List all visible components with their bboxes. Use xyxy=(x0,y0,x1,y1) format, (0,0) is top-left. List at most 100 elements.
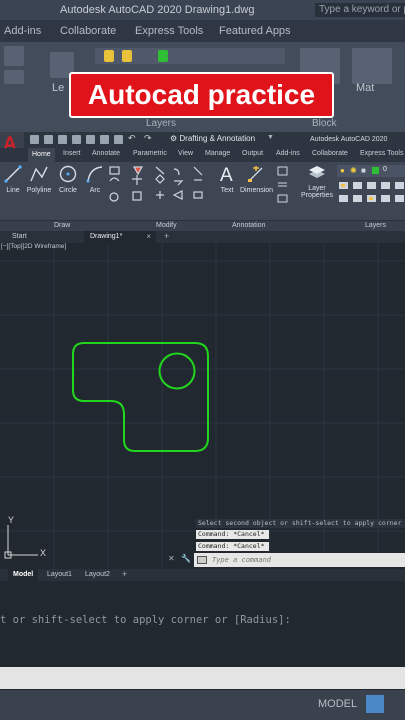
panel-annotation-label[interactable]: Annotation xyxy=(232,222,265,229)
polyline-icon xyxy=(30,166,48,182)
bg-tab: Featured Apps xyxy=(219,25,291,37)
filleted-polyline-shape[interactable] xyxy=(72,342,209,452)
bg-status-bar: MODEL xyxy=(0,690,405,720)
screen: Autodesk AutoCAD 2020 Drawing1.dwg Type … xyxy=(0,0,405,720)
arc-button[interactable]: Arc xyxy=(82,164,108,194)
web-icon[interactable] xyxy=(86,135,95,144)
dimension-icon xyxy=(248,166,263,182)
tab-layout1[interactable]: Layout1 xyxy=(42,569,77,581)
layer-properties-button[interactable]: Layer Properties xyxy=(300,164,334,199)
open-file-icon[interactable] xyxy=(44,135,53,144)
close-icon[interactable]: × xyxy=(146,231,151,243)
tab-parametric[interactable]: Parametric xyxy=(133,150,167,157)
tab-insert[interactable]: Insert xyxy=(63,150,81,157)
bg-color-icon xyxy=(158,50,168,62)
tab-manage[interactable]: Manage xyxy=(205,150,230,157)
tab-view[interactable]: View xyxy=(178,150,193,157)
bg-icon xyxy=(4,46,24,66)
sun-icon: ✺ xyxy=(350,166,357,175)
bg-title-text: Autodesk AutoCAD 2020 Drawing1.dwg xyxy=(60,4,255,16)
save-icon[interactable] xyxy=(58,135,67,144)
undo-icon[interactable]: ↶ xyxy=(128,133,136,144)
bg-grid-toggle-icon xyxy=(366,695,384,713)
bg-panel-label: Layers xyxy=(146,118,177,129)
save-web-icon[interactable] xyxy=(100,135,109,144)
tab-drawing1-label: Drawing1* xyxy=(90,233,123,240)
plot-icon[interactable] xyxy=(114,135,123,144)
svg-text:A: A xyxy=(220,165,233,184)
command-bar: ✕ 🔧 xyxy=(168,553,405,567)
panel-modify-label[interactable]: Modify xyxy=(156,222,177,229)
line-button[interactable]: Line xyxy=(0,164,26,194)
add-layout-icon[interactable]: + xyxy=(122,569,127,579)
bg-title-bar: Autodesk AutoCAD 2020 Drawing1.dwg Type … xyxy=(0,0,405,20)
text-button[interactable]: A Text xyxy=(214,164,240,194)
draw-modify-small-tools[interactable] xyxy=(108,165,208,209)
polyline-button[interactable]: Polyline xyxy=(26,164,52,194)
tab-collaborate[interactable]: Collaborate xyxy=(312,150,348,157)
viewport-label[interactable]: [−][Top][2D Wireframe] xyxy=(1,243,66,250)
command-input[interactable] xyxy=(194,553,405,567)
close-icon[interactable]: ✕ xyxy=(168,554,178,564)
app-title: Autodesk AutoCAD 2020 xyxy=(310,136,388,143)
lock-icon: ■ xyxy=(361,166,366,175)
tab-add-ins[interactable]: Add-ins xyxy=(276,150,300,157)
layers-icon xyxy=(309,166,325,178)
circle-shape[interactable] xyxy=(158,352,196,390)
tab-start[interactable]: Start xyxy=(6,231,76,243)
arc-label: Arc xyxy=(89,187,101,194)
circle-label: Circle xyxy=(59,187,77,194)
command-history-line: Command: *Cancel* xyxy=(196,530,269,539)
bulb-icon: ● xyxy=(340,166,345,175)
bg-label: Mat xyxy=(356,82,375,94)
bg-icon xyxy=(4,70,24,84)
dimension-button[interactable]: Dimension xyxy=(240,164,273,194)
overlay-banner: Autocad practice xyxy=(69,72,334,118)
bg-panel-label: Block xyxy=(312,118,337,129)
panel-draw-label[interactable]: Draw xyxy=(54,222,70,229)
panel-layers-label[interactable]: Layers xyxy=(365,222,386,229)
bg-mat-icon xyxy=(352,48,392,84)
layer-name: 0 xyxy=(383,166,387,173)
bg-command-echo: t or shift-select to apply corner or [Ra… xyxy=(0,614,291,626)
layer-color-icon xyxy=(372,167,379,174)
document-tabs: Start Drawing1* × + xyxy=(0,231,405,243)
ucs-y-label: Y xyxy=(8,515,15,525)
redo-icon[interactable]: ↷ xyxy=(144,133,152,144)
tab-model[interactable]: Model xyxy=(8,569,39,581)
tab-output[interactable]: Output xyxy=(242,150,263,157)
layer-small-tools[interactable] xyxy=(337,180,405,208)
workspace-selector[interactable]: ⚙ Drafting & Annotation ▼ xyxy=(170,134,277,146)
save-as-icon[interactable] xyxy=(72,135,81,144)
bg-tab: Collaborate xyxy=(60,25,117,37)
ribbon-panel-labels: Draw Modify Annotation Layers xyxy=(0,220,405,231)
ribbon-tabs: Home Insert Annotate Parametric View Man… xyxy=(0,148,405,162)
tab-drawing1[interactable]: Drawing1* × xyxy=(84,231,156,243)
new-file-icon[interactable] xyxy=(30,135,39,144)
tab-annotate[interactable]: Annotate xyxy=(92,150,120,157)
circle-button[interactable]: Circle xyxy=(55,164,81,194)
new-tab-icon[interactable]: + xyxy=(164,231,169,241)
bg-label: Le xyxy=(52,82,65,94)
command-history-line: Command: *Cancel* xyxy=(196,542,269,551)
line-label: Line xyxy=(6,187,20,194)
tab-home[interactable]: Home xyxy=(28,148,55,162)
ucs-icon xyxy=(4,525,38,559)
tab-express-tools[interactable]: Express Tools xyxy=(360,150,403,157)
gear-icon: ⚙ xyxy=(170,134,178,143)
bg-sun-icon xyxy=(122,50,132,62)
layout-tabs: Model Layout1 Layout2 + xyxy=(0,569,405,581)
tab-layout2[interactable]: Layout2 xyxy=(80,569,115,581)
bg-command-input xyxy=(0,667,405,689)
quick-access-toolbar: ↶ ↷ ⚙ Drafting & Annotation ▼ Autodesk A… xyxy=(0,132,405,148)
annotation-small-tools[interactable] xyxy=(276,165,290,209)
layer-properties-label: Layer Properties xyxy=(301,185,333,199)
bg-bottom: t or shift-select to apply corner or [Ra… xyxy=(0,590,405,720)
line-icon xyxy=(4,165,22,183)
bg-tab: Express Tools xyxy=(135,25,204,37)
text-icon: A xyxy=(220,165,233,184)
layer-dropdown[interactable]: ● ✺ ■ 0 xyxy=(337,165,405,177)
workspace-label: Drafting & Annotation xyxy=(179,134,256,143)
wrench-icon[interactable]: 🔧 xyxy=(181,554,191,564)
command-history-line: Select second object or shift-select to … xyxy=(196,519,405,528)
